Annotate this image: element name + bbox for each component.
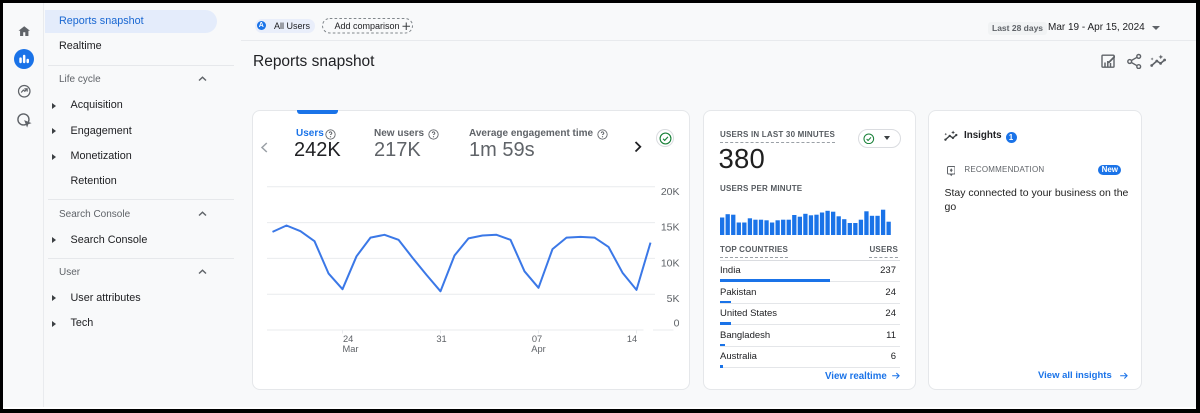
svg-text:31: 31 [436,334,446,344]
svg-text:20K: 20K [661,186,680,198]
svg-text:15K: 15K [661,222,680,234]
svg-text:14: 14 [627,334,637,344]
svg-text:0: 0 [674,317,680,329]
svg-text:5K: 5K [667,293,680,305]
svg-text:10K: 10K [661,257,680,269]
svg-text:Apr: Apr [531,344,545,354]
svg-text:Mar: Mar [342,344,358,354]
svg-text:07: 07 [532,334,542,344]
svg-text:24: 24 [343,334,353,344]
